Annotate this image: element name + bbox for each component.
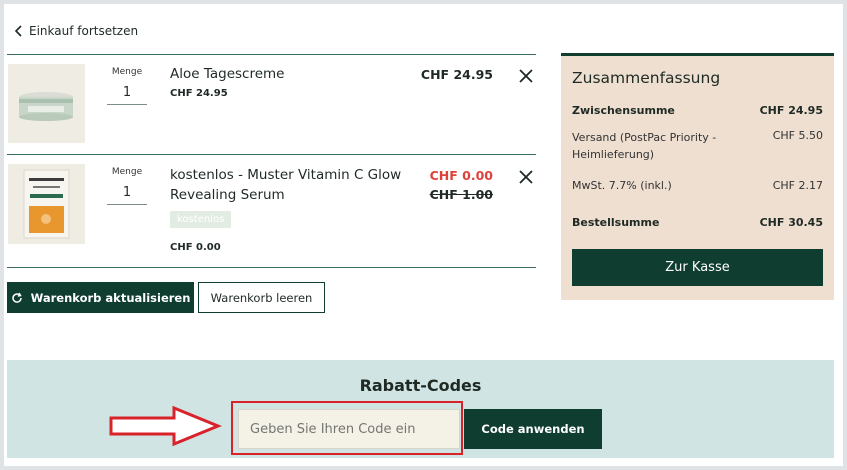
update-cart-button[interactable]: Warenkorb aktualisieren — [7, 282, 194, 313]
shipping-value: CHF 5.50 — [772, 129, 823, 142]
quantity-label: Menge — [111, 67, 143, 77]
continue-shopping-label: Einkauf fortsetzen — [29, 24, 139, 38]
quantity-label: Menge — [111, 167, 143, 177]
clear-cart-button[interactable]: Warenkorb leeren — [198, 282, 325, 313]
product-name-line-1[interactable]: kostenlos - Muster Vitamin C Glow — [170, 165, 401, 185]
close-icon[interactable] — [518, 68, 534, 84]
apply-code-button[interactable]: Code anwenden — [464, 409, 602, 449]
shipping-label-line-2: Heimlieferung) — [572, 148, 655, 161]
total-row: Bestellsumme CHF 30.45 — [572, 216, 823, 229]
checkout-button[interactable]: Zur Kasse — [572, 249, 823, 286]
shipping-row: Versand (PostPac Priority - Heimlieferun… — [572, 129, 823, 163]
continue-shopping-link[interactable]: Einkauf fortsetzen — [14, 24, 138, 38]
subtotal-label: Zwischensumme — [572, 104, 675, 117]
vat-row: MwSt. 7.7% (inkl.) CHF 2.17 — [572, 179, 823, 192]
vat-value: CHF 2.17 — [772, 179, 823, 192]
total-value: CHF 30.45 — [759, 216, 823, 229]
vat-label: MwSt. 7.7% (inkl.) — [572, 179, 672, 192]
subtotal-row: Zwischensumme CHF 24.95 — [572, 104, 823, 117]
clear-cart-label: Warenkorb leeren — [210, 290, 313, 305]
shipping-label-line-1: Versand (PostPac Priority - — [572, 131, 717, 144]
unit-price: CHF 0.00 — [170, 242, 221, 253]
product-image-serum[interactable] — [8, 164, 85, 244]
product-name-line-2[interactable]: Revealing Serum — [170, 185, 285, 205]
order-summary-panel: Zusammenfassung Zwischensumme CHF 24.95 … — [561, 53, 834, 300]
chevron-left-icon — [14, 25, 22, 37]
product-name[interactable]: Aloe Tagescreme — [170, 64, 284, 84]
subtotal-value: CHF 24.95 — [759, 104, 823, 117]
checkout-label: Zur Kasse — [665, 260, 730, 275]
close-icon[interactable] — [518, 169, 534, 185]
cart-divider-top — [7, 54, 536, 55]
product-image-aloe[interactable] — [8, 64, 85, 143]
apply-code-label: Code anwenden — [481, 422, 585, 436]
cart-divider-bottom — [7, 267, 536, 268]
summary-title: Zusammenfassung — [572, 69, 721, 87]
update-cart-label: Warenkorb aktualisieren — [30, 290, 191, 305]
free-badge: kostenlos — [170, 211, 232, 228]
refresh-icon — [11, 292, 22, 303]
original-price: CHF 1.00 — [429, 187, 493, 202]
line-price: CHF 24.95 — [420, 67, 493, 82]
discount-title: Rabatt-Codes — [359, 376, 482, 395]
shipping-label: Versand (PostPac Priority - Heimlieferun… — [572, 129, 716, 163]
discount-code-input[interactable] — [238, 409, 460, 449]
total-label: Bestellsumme — [572, 216, 660, 229]
cart-divider-middle — [7, 154, 536, 155]
quantity-input[interactable] — [107, 81, 147, 105]
quantity-input[interactable] — [107, 181, 147, 205]
arrow-right-icon — [109, 405, 222, 447]
unit-price: CHF 24.95 — [170, 88, 228, 99]
sale-price: CHF 0.00 — [429, 168, 493, 183]
